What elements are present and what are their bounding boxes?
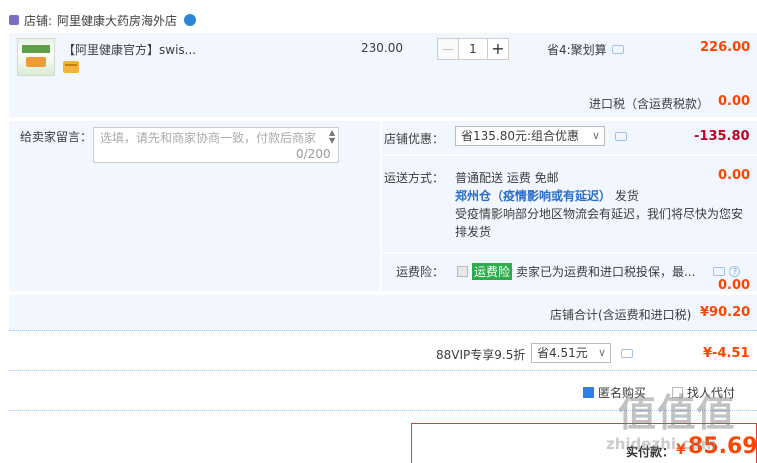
- divider: [380, 121, 382, 291]
- shop-name-link[interactable]: 阿里健康大药房海外店: [57, 12, 177, 29]
- shipping-warehouse: 郑州仓（疫情影响或有延迟）: [455, 189, 612, 203]
- divider: [9, 370, 757, 371]
- shipping-details: 普通配送 运费 免邮 郑州仓（疫情影响或有延迟） 发货 受疫情影响部分地区物流会…: [455, 169, 750, 241]
- quantity-stepper: — 1 +: [437, 38, 509, 60]
- info-bubble-icon[interactable]: [713, 267, 726, 276]
- quantity-input[interactable]: 1: [459, 38, 487, 60]
- message-placeholder: 选填，请先和商家协商一致，付款后商家: [100, 131, 317, 145]
- shop-label: 店铺:: [24, 13, 53, 28]
- item-discount: 省4:聚划算: [547, 41, 624, 58]
- insurance-label: 运费险：: [396, 265, 445, 279]
- unit-price: 230.00: [361, 41, 403, 55]
- shop-discount-selected: 省135.80元:组合优惠: [461, 129, 580, 143]
- credit-card-icon: [63, 61, 79, 73]
- insurance-checkbox[interactable]: [457, 266, 468, 277]
- quantity-decrease-button[interactable]: —: [437, 38, 459, 60]
- shop-icon: [9, 15, 19, 25]
- info-bubble-icon[interactable]: [615, 132, 627, 141]
- shipping-warehouse-suffix: 发货: [614, 189, 639, 203]
- item-total: 226.00: [700, 40, 751, 55]
- divider: [381, 252, 757, 254]
- info-bubble-icon[interactable]: [621, 349, 633, 358]
- shop-discount-select[interactable]: 省135.80元:组合优惠 ∨: [455, 126, 605, 146]
- shipping-note: 受疫情影响部分地区物流会有延迟，我们将尽快为您安: [455, 207, 744, 221]
- product-title-link[interactable]: 【阿里健康官方】swis...: [63, 41, 196, 58]
- vip-value: ¥-4.51: [703, 346, 750, 361]
- insurance-tag: 运费险: [472, 263, 513, 280]
- quantity-increase-button[interactable]: +: [487, 38, 509, 60]
- shop-header: 店铺: 阿里健康大药房海外店: [0, 10, 197, 30]
- vip-label: 88VIP专享9.5折: [436, 348, 526, 362]
- shop-discount-label: 店铺优惠：: [384, 132, 445, 146]
- textarea-scroll-arrows[interactable]: ▲ ▼: [329, 129, 335, 145]
- vip-discount-select[interactable]: 省4.51元 ∨: [531, 343, 611, 363]
- shipping-label: 运送方式：: [384, 171, 445, 185]
- insurance-desc: 卖家已为运费和进口税投保，最...: [516, 265, 696, 279]
- shipping-note-2: 排发货: [455, 225, 492, 239]
- message-char-count: 0/200: [296, 147, 331, 161]
- import-tax-value: 0.00: [718, 94, 751, 109]
- shipping-method: 普通配送 运费 免邮: [455, 171, 559, 185]
- site-watermark: 值 值 值 zhidezhi.com: [584, 382, 757, 463]
- item-discount-label: 省4:聚划算: [547, 43, 607, 57]
- divider: [381, 154, 757, 156]
- chevron-down-icon: ∨: [591, 129, 600, 142]
- subtotal-label: 店铺合计(含运费和进口税): [550, 308, 692, 322]
- shop-discount-value: -135.80: [694, 129, 750, 144]
- message-label: 给卖家留言：: [20, 130, 93, 144]
- insurance-row: 运费险 卖家已为运费和进口税投保，最... ?: [457, 263, 741, 280]
- help-icon[interactable]: ?: [729, 266, 741, 277]
- chevron-down-icon: ∨: [597, 346, 606, 359]
- import-tax-label: 进口税（含运费税款）: [589, 97, 710, 111]
- wangwang-chat-icon[interactable]: [184, 14, 197, 26]
- insurance-value: 0.00: [718, 278, 751, 293]
- shipping-value: 0.00: [718, 168, 751, 183]
- subtotal-value: ¥90.20: [700, 305, 751, 320]
- watermark-logo: 值 值 值: [618, 391, 734, 435]
- watermark-url: zhidezhi.com: [606, 435, 717, 453]
- info-bubble-icon[interactable]: [611, 45, 624, 54]
- vip-discount-selected: 省4.51元: [537, 346, 588, 360]
- product-thumbnail[interactable]: [17, 38, 55, 76]
